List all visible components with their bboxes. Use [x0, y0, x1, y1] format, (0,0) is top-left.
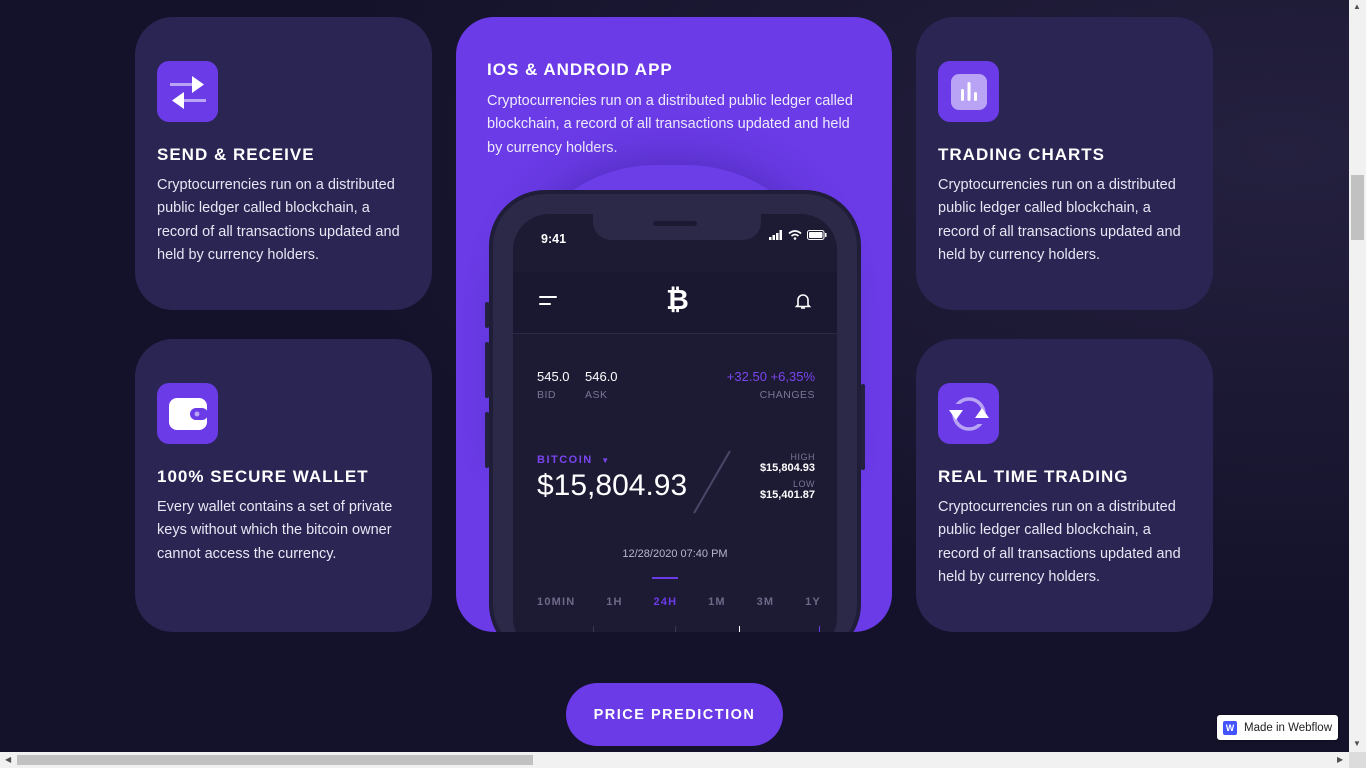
battery-icon: [807, 230, 827, 240]
coin-price: $15,804.93: [537, 469, 688, 502]
changes-block: +32.50 +6,35% CHANGES: [727, 369, 815, 401]
bitcoin-logo-icon: ₿: [666, 284, 689, 315]
scrollbar-corner: [1349, 752, 1366, 768]
signal-icon: [769, 230, 782, 240]
high-block: HIGH $15,804.93: [760, 452, 815, 474]
phone-power-button: [861, 384, 865, 470]
wifi-icon: [788, 230, 802, 240]
menu-icon[interactable]: [539, 293, 559, 307]
phone-mockup: 9:41 ₿ 545.0 BID 546.0 ASK +32.50 +6,35%…: [485, 190, 865, 632]
made-in-webflow-badge[interactable]: W Made in Webflow: [1217, 715, 1338, 740]
range-indicator: [652, 577, 678, 579]
changes-values: +32.50 +6,35%: [727, 369, 815, 384]
range-tabs: 10MIN 1H 24H 1M 3M 1Y: [537, 596, 821, 608]
feature-title: REAL TIME TRADING: [938, 467, 1129, 486]
bid-label: BID: [537, 389, 557, 401]
vertical-scrollbar[interactable]: [1349, 0, 1366, 752]
coin-selector[interactable]: BITCOIN ▼: [537, 454, 611, 466]
feature-text: Cryptocurrencies run on a distributed pu…: [938, 499, 1181, 585]
scroll-right-arrow-icon[interactable]: ▶: [1337, 755, 1343, 764]
range-tab-3m[interactable]: 3M: [757, 596, 775, 608]
app-header: ₿: [513, 272, 837, 334]
ask-block: 546.0 ASK: [585, 369, 618, 401]
phone-volume-down: [485, 412, 489, 468]
range-tab-1h[interactable]: 1H: [606, 596, 622, 608]
chart-gridline: [819, 626, 820, 632]
change-percent: +6,35%: [770, 369, 815, 384]
bid-value: 545.0: [537, 369, 570, 384]
feature-card-send-receive: SEND & RECEIVE Cryptocurrencies run on a…: [135, 17, 432, 310]
low-label: LOW: [792, 479, 815, 489]
chart-cursor: [739, 626, 740, 632]
feature-title: 100% SECURE WALLET: [157, 467, 369, 486]
low-block: LOW $15,401.87: [760, 479, 815, 501]
scroll-down-arrow-icon[interactable]: ▼: [1353, 739, 1361, 748]
horizontal-scrollbar-thumb[interactable]: [17, 755, 533, 765]
divider: [693, 450, 731, 514]
chart-gridline: [675, 626, 676, 632]
feature-text: Cryptocurrencies run on a distributed pu…: [487, 93, 853, 156]
status-time: 9:41: [541, 232, 567, 246]
coin-name: BITCOIN: [537, 454, 593, 466]
refresh-icon: [938, 383, 999, 444]
vertical-scrollbar-thumb[interactable]: [1351, 175, 1364, 240]
feature-card-trading-charts: TRADING CHARTS Cryptocurrencies run on a…: [916, 17, 1213, 310]
feature-card-mobile-app: IOS & ANDROID APP Cryptocurrencies run o…: [456, 17, 892, 632]
high-label: HIGH: [790, 452, 815, 462]
feature-card-real-time-trading: REAL TIME TRADING Cryptocurrencies run o…: [916, 339, 1213, 632]
change-absolute: +32.50: [726, 369, 767, 384]
phone-side-button: [485, 302, 489, 328]
range-tab-24h[interactable]: 24H: [654, 596, 678, 608]
ask-value: 546.0: [585, 369, 618, 384]
webflow-logo-icon: W: [1223, 720, 1237, 735]
wallet-icon: [157, 383, 218, 444]
bid-block: 545.0 BID: [537, 369, 570, 401]
price-datetime: 12/28/2020 07:40 PM: [622, 548, 728, 560]
feature-card-secure-wallet: 100% SECURE WALLET Every wallet contains…: [135, 339, 432, 632]
feature-title: TRADING CHARTS: [938, 145, 1105, 164]
feature-title: IOS & ANDROID APP: [487, 60, 673, 79]
swap-arrows-icon: [157, 61, 218, 122]
phone-volume-up: [485, 342, 489, 398]
scroll-left-arrow-icon[interactable]: ◀: [5, 755, 11, 764]
feature-text: Cryptocurrencies run on a distributed pu…: [938, 177, 1181, 263]
range-tab-1m[interactable]: 1M: [708, 596, 726, 608]
changes-label: CHANGES: [759, 389, 815, 401]
feature-title: SEND & RECEIVE: [157, 145, 315, 164]
range-tab-1y[interactable]: 1Y: [805, 596, 821, 608]
feature-text: Cryptocurrencies run on a distributed pu…: [157, 177, 400, 263]
badge-label: Made in Webflow: [1244, 721, 1332, 734]
phone-notch: [593, 214, 761, 240]
chevron-down-icon: ▼: [601, 456, 611, 465]
status-icons: [769, 230, 827, 240]
bar-chart-icon: [938, 61, 999, 122]
low-value: $15,401.87: [759, 489, 815, 501]
scroll-up-arrow-icon[interactable]: ▲: [1353, 2, 1361, 11]
range-tab-10min[interactable]: 10MIN: [537, 596, 575, 608]
high-value: $15,804.93: [759, 462, 815, 474]
phone-screen: 9:41 ₿ 545.0 BID 546.0 ASK +32.50 +6,35%…: [513, 214, 837, 632]
ask-label: ASK: [585, 389, 608, 401]
chart-gridline: [593, 626, 594, 632]
price-prediction-button[interactable]: PRICE PREDICTION: [566, 683, 783, 746]
feature-text: Every wallet contains a set of private k…: [157, 499, 393, 562]
bell-icon[interactable]: [795, 292, 811, 310]
